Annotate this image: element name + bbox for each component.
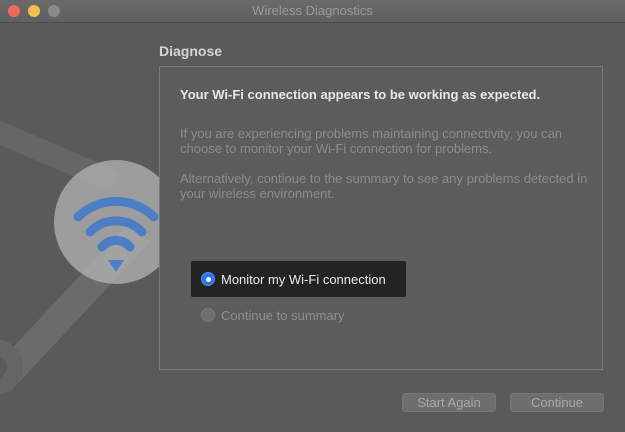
wifi-wrench-icon bbox=[0, 22, 178, 432]
radio-option-summary[interactable]: Continue to summary bbox=[201, 305, 345, 325]
summary-description: Alternatively, continue to the summary t… bbox=[180, 171, 588, 201]
monitor-description: If you are experiencing problems maintai… bbox=[180, 126, 563, 156]
window-title: Wireless Diagnostics bbox=[252, 3, 373, 18]
radio-unselected-icon[interactable] bbox=[201, 308, 215, 322]
radio-option-monitor[interactable]: Monitor my Wi-Fi connection bbox=[191, 261, 406, 297]
status-headline: Your Wi-Fi connection appears to be work… bbox=[180, 87, 541, 102]
section-title: Diagnose bbox=[159, 43, 223, 59]
radio-option-monitor-label: Monitor my Wi-Fi connection bbox=[221, 271, 386, 287]
diagnose-panel: Your Wi-Fi connection appears to be work… bbox=[159, 66, 603, 370]
radio-option-summary-label: Continue to summary bbox=[221, 307, 345, 323]
title-bar[interactable]: Wireless Diagnostics bbox=[0, 0, 625, 23]
start-again-button[interactable]: Start Again bbox=[402, 393, 496, 412]
wireless-diagnostics-window: Wireless Diagnostics Diagnose Your Wi-Fi… bbox=[0, 0, 625, 432]
continue-button[interactable]: Continue bbox=[510, 393, 604, 412]
radio-selected-icon[interactable] bbox=[201, 272, 215, 286]
